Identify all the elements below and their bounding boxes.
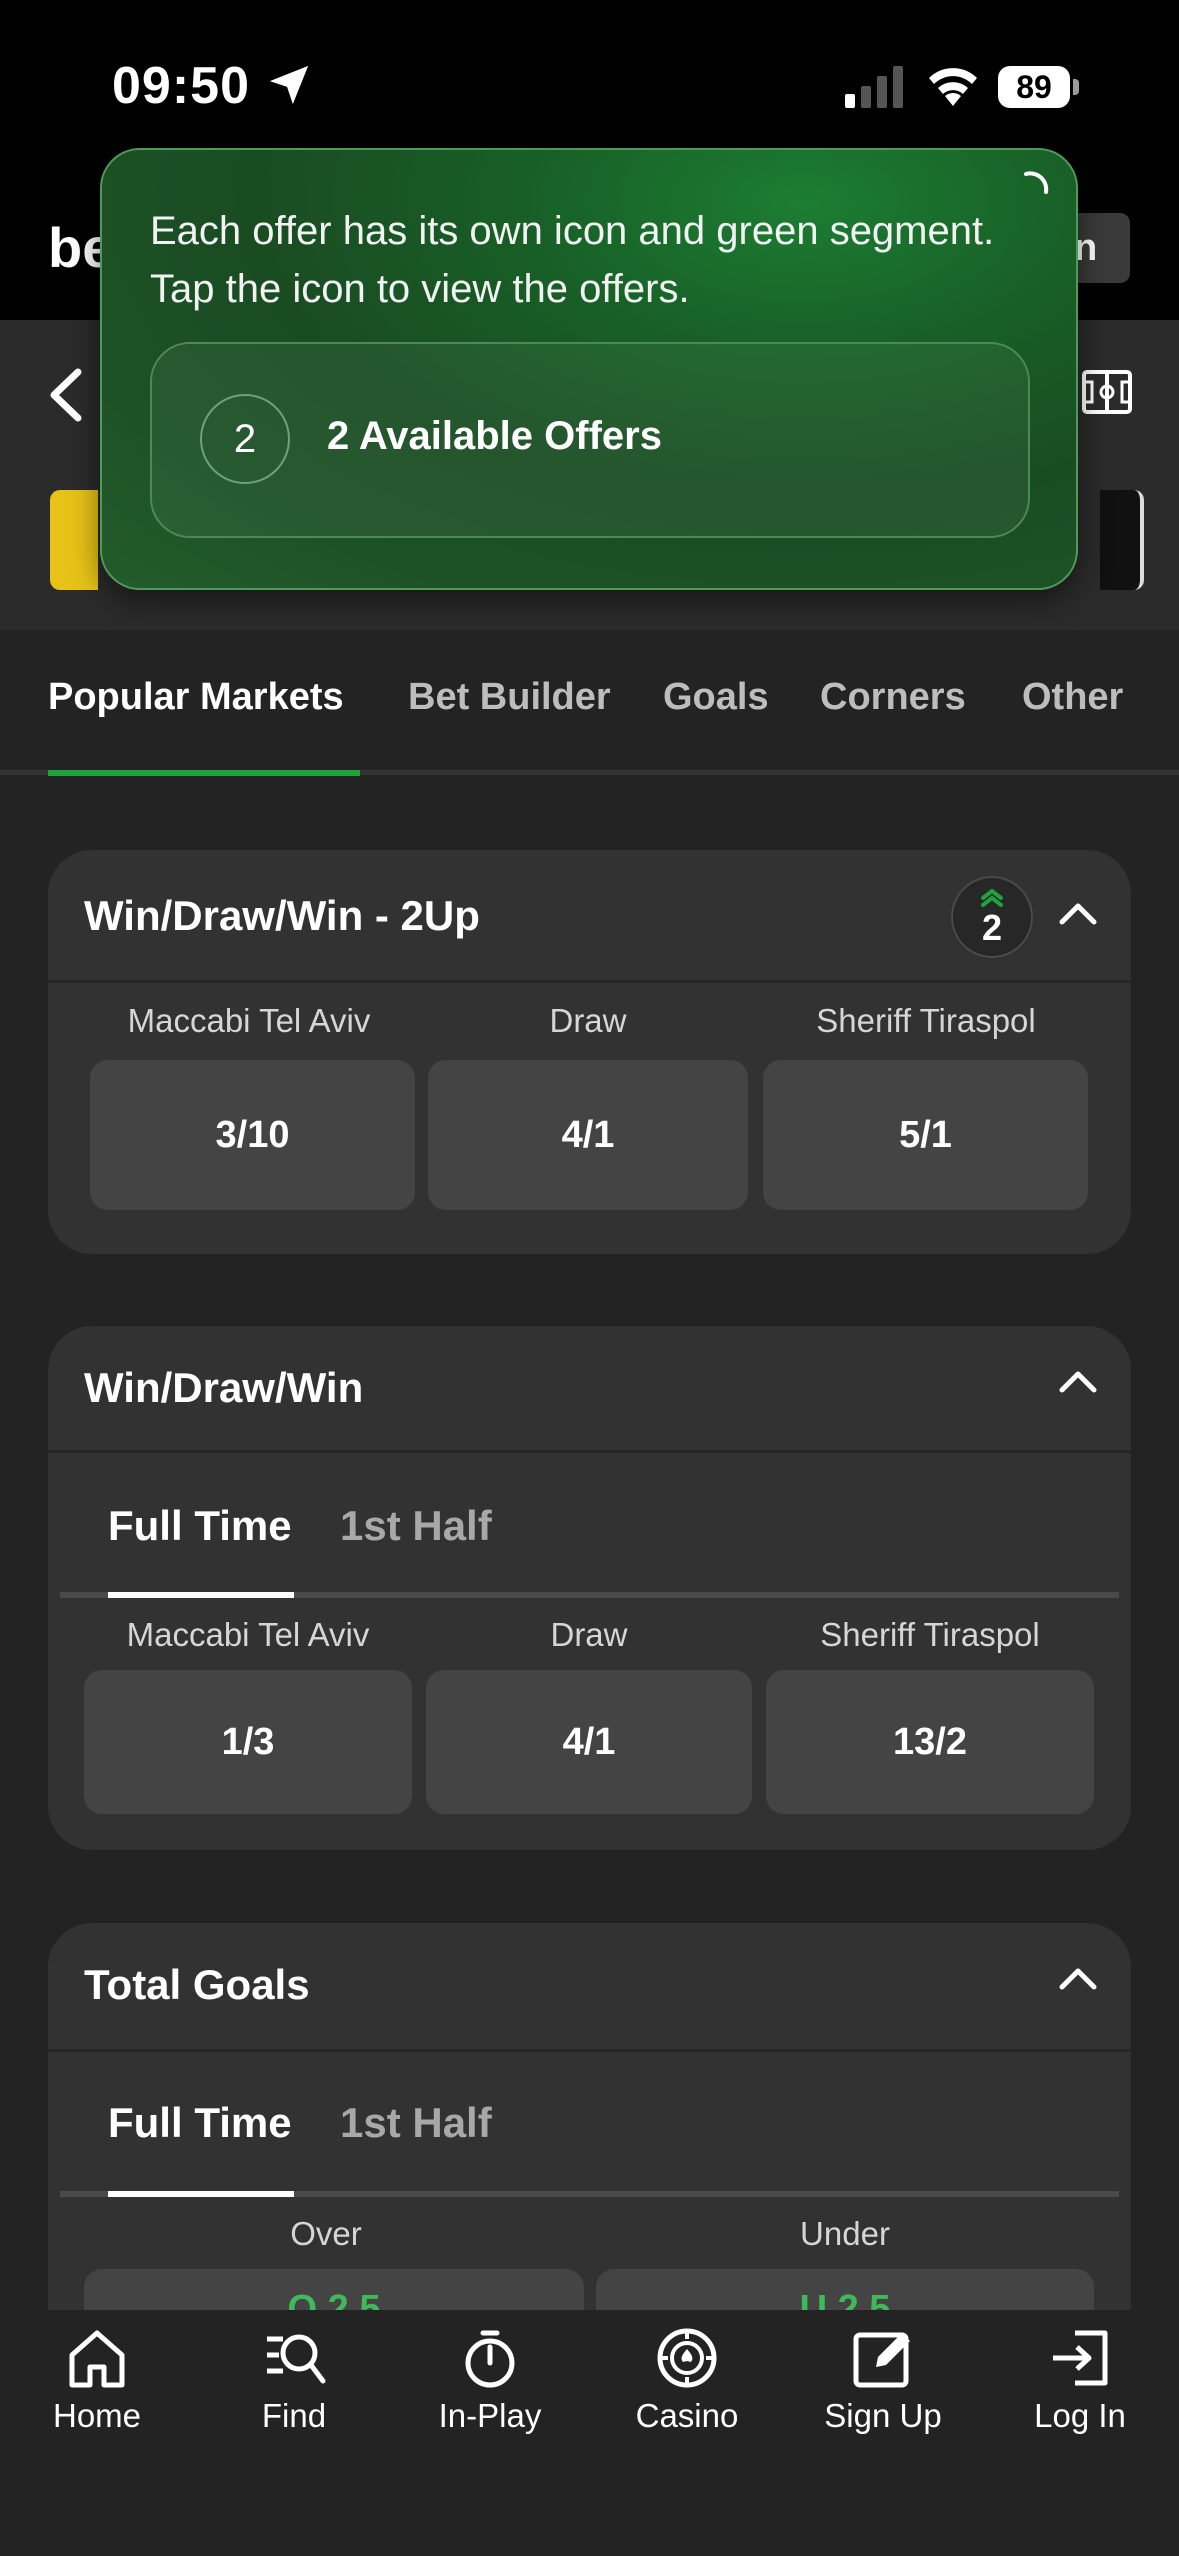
market-title[interactable]: Win/Draw/Win - 2Up [84, 892, 480, 940]
loading-spinner-icon [1024, 171, 1049, 194]
collapse-chevron-icon[interactable] [1056, 1963, 1100, 1993]
nav-label: Sign Up [824, 2397, 942, 2434]
offers-tooltip: Each offer has its own icon and green se… [100, 148, 1078, 590]
column-label-draw: Draw [549, 1002, 627, 1039]
nav-label: In-Play [438, 2397, 542, 2434]
nav-label: Log In [1034, 2397, 1126, 2434]
wifi-icon [929, 68, 977, 106]
subtab-1st-half[interactable]: 1st Half [340, 2099, 492, 2147]
collapse-chevron-icon[interactable] [1056, 898, 1100, 928]
subtab-full-time[interactable]: Full Time [108, 2099, 292, 2147]
back-chevron-icon[interactable] [40, 360, 96, 430]
tooltip-message: Each offer has its own icon and green se… [150, 209, 995, 311]
pitch-view-icon[interactable] [1082, 370, 1132, 414]
subtab-1st-half[interactable]: 1st Half [340, 1502, 492, 1550]
nav-label: Home [52, 2397, 142, 2434]
odds-button-draw[interactable]: 4/1 [428, 1060, 748, 1210]
battery-level: 89 [998, 66, 1070, 108]
tab-popular-markets[interactable]: Popular Markets [48, 676, 344, 719]
card-divider [48, 1450, 1131, 1453]
login-icon [1053, 2330, 1108, 2386]
market-title[interactable]: Win/Draw/Win [84, 1364, 363, 1412]
nav-sign-up[interactable]: Sign Up [793, 2325, 973, 2435]
find-icon [267, 2334, 326, 2384]
column-label-home: Maccabi Tel Aviv [127, 1002, 371, 1039]
subtab-indicator [108, 1592, 294, 1598]
edit-icon [853, 2332, 910, 2388]
offers-label: 2 Available Offers [327, 414, 662, 458]
card-divider [48, 980, 1131, 983]
active-tab-indicator [48, 770, 360, 776]
nav-in-play[interactable]: In-Play [400, 2325, 580, 2435]
stopwatch-icon [465, 2330, 515, 2388]
nav-label: Casino [635, 2397, 739, 2434]
odds-button-away[interactable]: 5/1 [763, 1060, 1088, 1210]
subtab-indicator [108, 2191, 294, 2197]
casino-chip-icon [657, 2328, 717, 2388]
odds-button-home[interactable]: 1/3 [84, 1670, 412, 1814]
battery-nub [1073, 79, 1079, 95]
offers-count-badge: 2 [200, 394, 290, 484]
market-card-wdw: Win/Draw/Win Full Time 1st Half Maccabi … [48, 1326, 1131, 1850]
odds-button-draw[interactable]: 4/1 [426, 1670, 752, 1814]
odds-button-home[interactable]: 3/10 [90, 1060, 415, 1210]
home-kit-icon [50, 490, 98, 590]
card-divider [48, 2049, 1131, 2052]
column-label-under: Under [800, 2215, 890, 2252]
location-arrow-icon [269, 65, 309, 105]
tab-corners[interactable]: Corners [820, 676, 966, 719]
column-label-away: Sheriff Tiraspol [816, 1002, 1036, 1039]
status-time: 09:50 [112, 57, 250, 115]
tab-other[interactable]: Other [1022, 676, 1123, 719]
tab-goals[interactable]: Goals [663, 676, 769, 719]
column-label-over: Over [290, 2215, 362, 2252]
svg-text:2: 2 [982, 907, 1002, 948]
available-offers-button[interactable]: 2 2 Available Offers [150, 342, 1030, 538]
market-card-wdw-2up: Win/Draw/Win - 2Up 2 Maccabi Tel Aviv Dr… [48, 850, 1131, 1254]
tab-bet-builder[interactable]: Bet Builder [408, 676, 611, 719]
nav-find[interactable]: Find [204, 2325, 384, 2435]
column-label-home: Maccabi Tel Aviv [126, 1616, 370, 1653]
nav-casino[interactable]: Casino [597, 2325, 777, 2435]
cellular-signal-icon [845, 66, 903, 108]
odds-button-away[interactable]: 13/2 [766, 1670, 1094, 1814]
nav-label: Find [261, 2397, 327, 2434]
column-label-draw: Draw [550, 1616, 628, 1653]
2up-offer-icon[interactable]: 2 [951, 876, 1033, 958]
away-kit-icon [1100, 490, 1144, 590]
home-icon [69, 2330, 125, 2388]
subtab-full-time[interactable]: Full Time [108, 1502, 292, 1550]
nav-home[interactable]: Home [7, 2325, 187, 2435]
nav-log-in[interactable]: Log In [990, 2325, 1170, 2435]
market-title[interactable]: Total Goals [84, 1961, 310, 2009]
collapse-chevron-icon[interactable] [1056, 1366, 1100, 1396]
column-label-away: Sheriff Tiraspol [820, 1616, 1040, 1653]
